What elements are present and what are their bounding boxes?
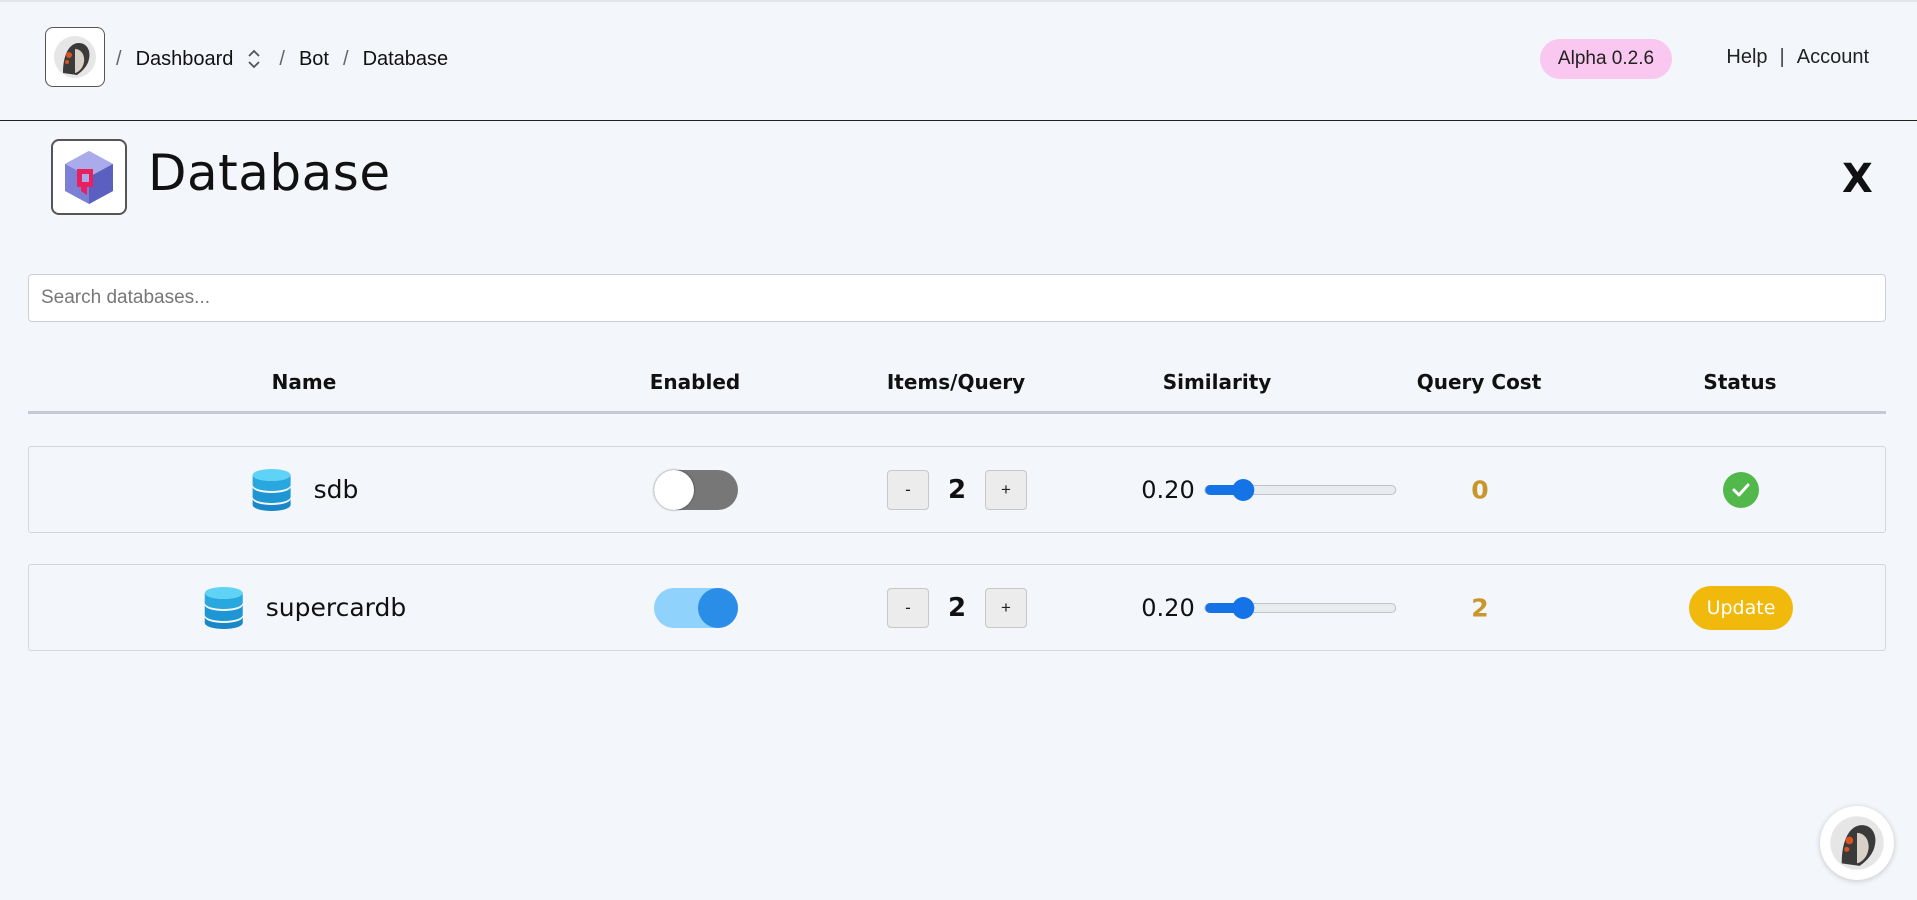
breadcrumb-separator: /	[343, 47, 349, 70]
query-cost-value: 2	[1471, 593, 1489, 622]
items-per-query-stepper: - 2 +	[887, 587, 1027, 628]
increment-button[interactable]: +	[985, 587, 1027, 628]
breadcrumb-bot[interactable]: Bot	[299, 48, 329, 71]
breadcrumb-separator: /	[279, 47, 285, 70]
qdrant-cube-icon	[65, 151, 113, 204]
top-bar: / Dashboard / Bot / Database Alpha 0.2.6…	[0, 0, 1917, 121]
breadcrumb-dashboard[interactable]: Dashboard	[136, 48, 234, 71]
column-header-name: Name	[271, 370, 337, 394]
row-name-cell: supercardb	[204, 586, 407, 630]
similarity-value: 0.20	[1141, 475, 1195, 504]
similarity-slider[interactable]	[1204, 596, 1397, 619]
decrement-button[interactable]: -	[887, 587, 929, 628]
status-cell: Update	[1689, 585, 1793, 630]
database-app-logo	[51, 139, 127, 215]
row-name-cell: sdb	[252, 468, 359, 512]
items-per-query-stepper: - 2 +	[887, 469, 1027, 510]
table-row: supercardb - 2 + 0.20 2 Update	[28, 564, 1886, 651]
app-logo[interactable]	[45, 27, 105, 87]
column-header-query-cost: Query Cost	[1416, 370, 1542, 394]
breadcrumb-database[interactable]: Database	[363, 48, 449, 71]
items-per-query-cell: - 2 +	[887, 587, 1027, 628]
breadcrumb-separator: /	[116, 47, 122, 70]
help-link[interactable]: Help	[1726, 46, 1767, 69]
close-button[interactable]: X	[1842, 156, 1873, 202]
database-icon	[252, 468, 291, 511]
database-name: supercardb	[265, 593, 407, 622]
status-cell	[1723, 471, 1759, 508]
breadcrumb: / Dashboard / Bot / Database	[116, 46, 462, 72]
check-circle-icon	[1723, 471, 1759, 508]
database-name: sdb	[313, 475, 359, 504]
account-link[interactable]: Account	[1797, 46, 1869, 69]
slider-thumb[interactable]	[1232, 478, 1255, 501]
version-badge: Alpha 0.2.6	[1540, 39, 1672, 79]
toggle-knob	[698, 587, 738, 628]
top-links: Help | Account	[1726, 46, 1869, 69]
enabled-cell	[654, 587, 738, 628]
query-cost-value: 0	[1471, 475, 1489, 504]
search-input[interactable]	[28, 274, 1886, 322]
similarity-cell: 0.20	[1141, 475, 1397, 504]
toggle-knob	[654, 469, 694, 510]
enabled-toggle[interactable]	[654, 469, 738, 510]
update-button[interactable]: Update	[1689, 585, 1793, 630]
items-per-query-value: 2	[947, 474, 967, 505]
increment-button[interactable]: +	[985, 469, 1027, 510]
table-header: Name Enabled Items/Query Similarity Quer…	[28, 366, 1886, 414]
table-row: sdb - 2 + 0.20 0	[28, 446, 1886, 533]
slider-thumb[interactable]	[1232, 596, 1255, 619]
column-header-status: Status	[1703, 370, 1777, 394]
avatar-icon	[1830, 816, 1884, 870]
enabled-toggle[interactable]	[654, 587, 738, 628]
column-header-items-per-query: Items/Query	[886, 370, 1026, 394]
chat-avatar-button[interactable]	[1820, 806, 1894, 880]
enabled-cell	[654, 469, 738, 510]
similarity-cell: 0.20	[1141, 593, 1397, 622]
decrement-button[interactable]: -	[887, 469, 929, 510]
column-header-similarity: Similarity	[1162, 370, 1272, 394]
query-cost-cell: 2	[1471, 593, 1488, 622]
avatar-icon	[54, 36, 96, 78]
link-separator: |	[1779, 46, 1785, 68]
database-icon	[204, 586, 243, 629]
query-cost-cell: 0	[1471, 475, 1488, 504]
items-per-query-value: 2	[947, 592, 967, 623]
similarity-value: 0.20	[1141, 593, 1195, 622]
page-title: Database	[148, 144, 391, 202]
similarity-slider[interactable]	[1204, 478, 1397, 501]
items-per-query-cell: - 2 +	[887, 469, 1027, 510]
chevron-up-down-icon[interactable]	[247, 48, 261, 70]
column-header-enabled: Enabled	[649, 370, 741, 394]
